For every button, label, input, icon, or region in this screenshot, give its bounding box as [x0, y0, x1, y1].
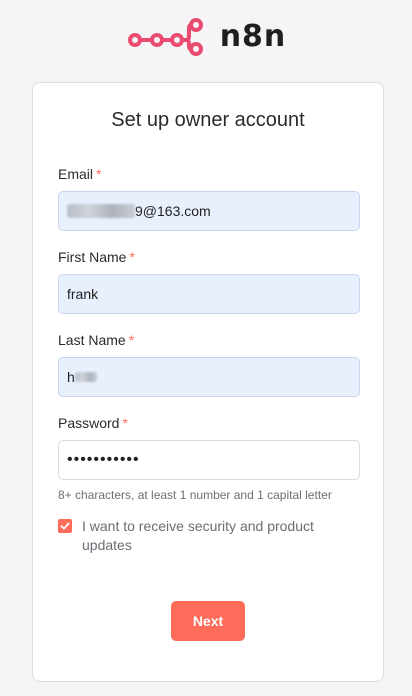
app-logo: n8n [0, 14, 412, 58]
last-name-field[interactable]: h [58, 357, 360, 397]
checkmark-icon [60, 522, 70, 530]
required-marker: * [129, 249, 135, 265]
redacted-text [67, 204, 135, 218]
redacted-text [74, 372, 97, 382]
email-field[interactable]: 9@163.com [58, 191, 360, 231]
password-hint: 8+ characters, at least 1 number and 1 c… [58, 488, 332, 502]
owner-setup-card: Set up owner account Email * 9@163.com Fi… [32, 82, 384, 682]
updates-checkbox-label[interactable]: I want to receive security and product u… [82, 517, 363, 555]
required-marker: * [128, 332, 135, 348]
n8n-logo-icon [127, 18, 203, 56]
password-label: Password * [58, 415, 128, 431]
first-name-field[interactable]: frank [58, 274, 360, 314]
updates-checkbox[interactable] [58, 519, 72, 533]
required-marker: * [96, 166, 102, 182]
brand-name: n8n [219, 18, 287, 54]
first-name-label: First Name * [58, 249, 135, 265]
password-field[interactable]: ••••••••••• [58, 440, 360, 480]
updates-checkbox-row[interactable]: I want to receive security and product u… [58, 517, 363, 555]
page-title: Set up owner account [111, 109, 305, 131]
required-marker: * [122, 415, 128, 431]
email-label: Email * [58, 166, 102, 182]
next-button[interactable]: Next [171, 601, 245, 641]
last-name-label: Last Name * [58, 332, 135, 348]
